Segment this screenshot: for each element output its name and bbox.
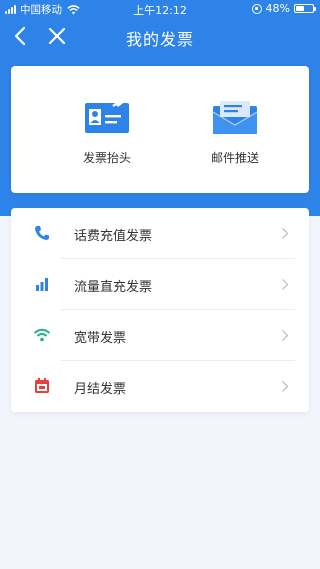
wifi-icon xyxy=(33,328,51,342)
battery-icon xyxy=(294,4,316,13)
calendar-icon xyxy=(35,378,49,393)
nav-bar: 我的发票 xyxy=(0,18,320,54)
rotation-lock-icon xyxy=(251,3,262,14)
email-push-button[interactable]: 邮件推送 xyxy=(180,100,290,166)
list-item-monthly[interactable]: 月结发票 xyxy=(11,361,309,412)
list-item-label: 月结发票 xyxy=(74,382,127,397)
phone-icon xyxy=(35,226,49,240)
chevron-right-icon xyxy=(282,228,289,239)
chevron-right-icon xyxy=(282,330,289,341)
id-card-icon xyxy=(85,100,129,133)
email-push-label: 邮件推送 xyxy=(210,151,259,165)
list-item-label: 宽带发票 xyxy=(74,331,127,346)
list-item-broadband[interactable]: 宽带发票 xyxy=(11,310,309,361)
list-item-label: 流量直充发票 xyxy=(74,280,153,295)
signal-bars-icon xyxy=(36,278,48,291)
battery-percent: 48% xyxy=(265,2,290,15)
list-item-phone-recharge[interactable]: 话费充值发票 xyxy=(11,208,309,259)
list-item-data-recharge[interactable]: 流量直充发票 xyxy=(11,259,309,310)
invoice-header-button[interactable]: 发票抬头 xyxy=(52,100,162,166)
shortcut-card: 发票抬头 邮件推送 xyxy=(11,66,309,193)
status-bar: 中国移动 上午12:12 48% xyxy=(0,0,320,18)
page-title: 我的发票 xyxy=(125,30,194,49)
chevron-right-icon xyxy=(282,279,289,290)
envelope-icon xyxy=(212,101,258,134)
chevron-right-icon xyxy=(282,381,289,392)
list-item-label: 话费充值发票 xyxy=(74,229,153,244)
invoice-type-list: 话费充值发票 流量直充发票 宽带发票 月结发票 xyxy=(11,208,309,412)
invoice-header-label: 发票抬头 xyxy=(82,151,131,165)
